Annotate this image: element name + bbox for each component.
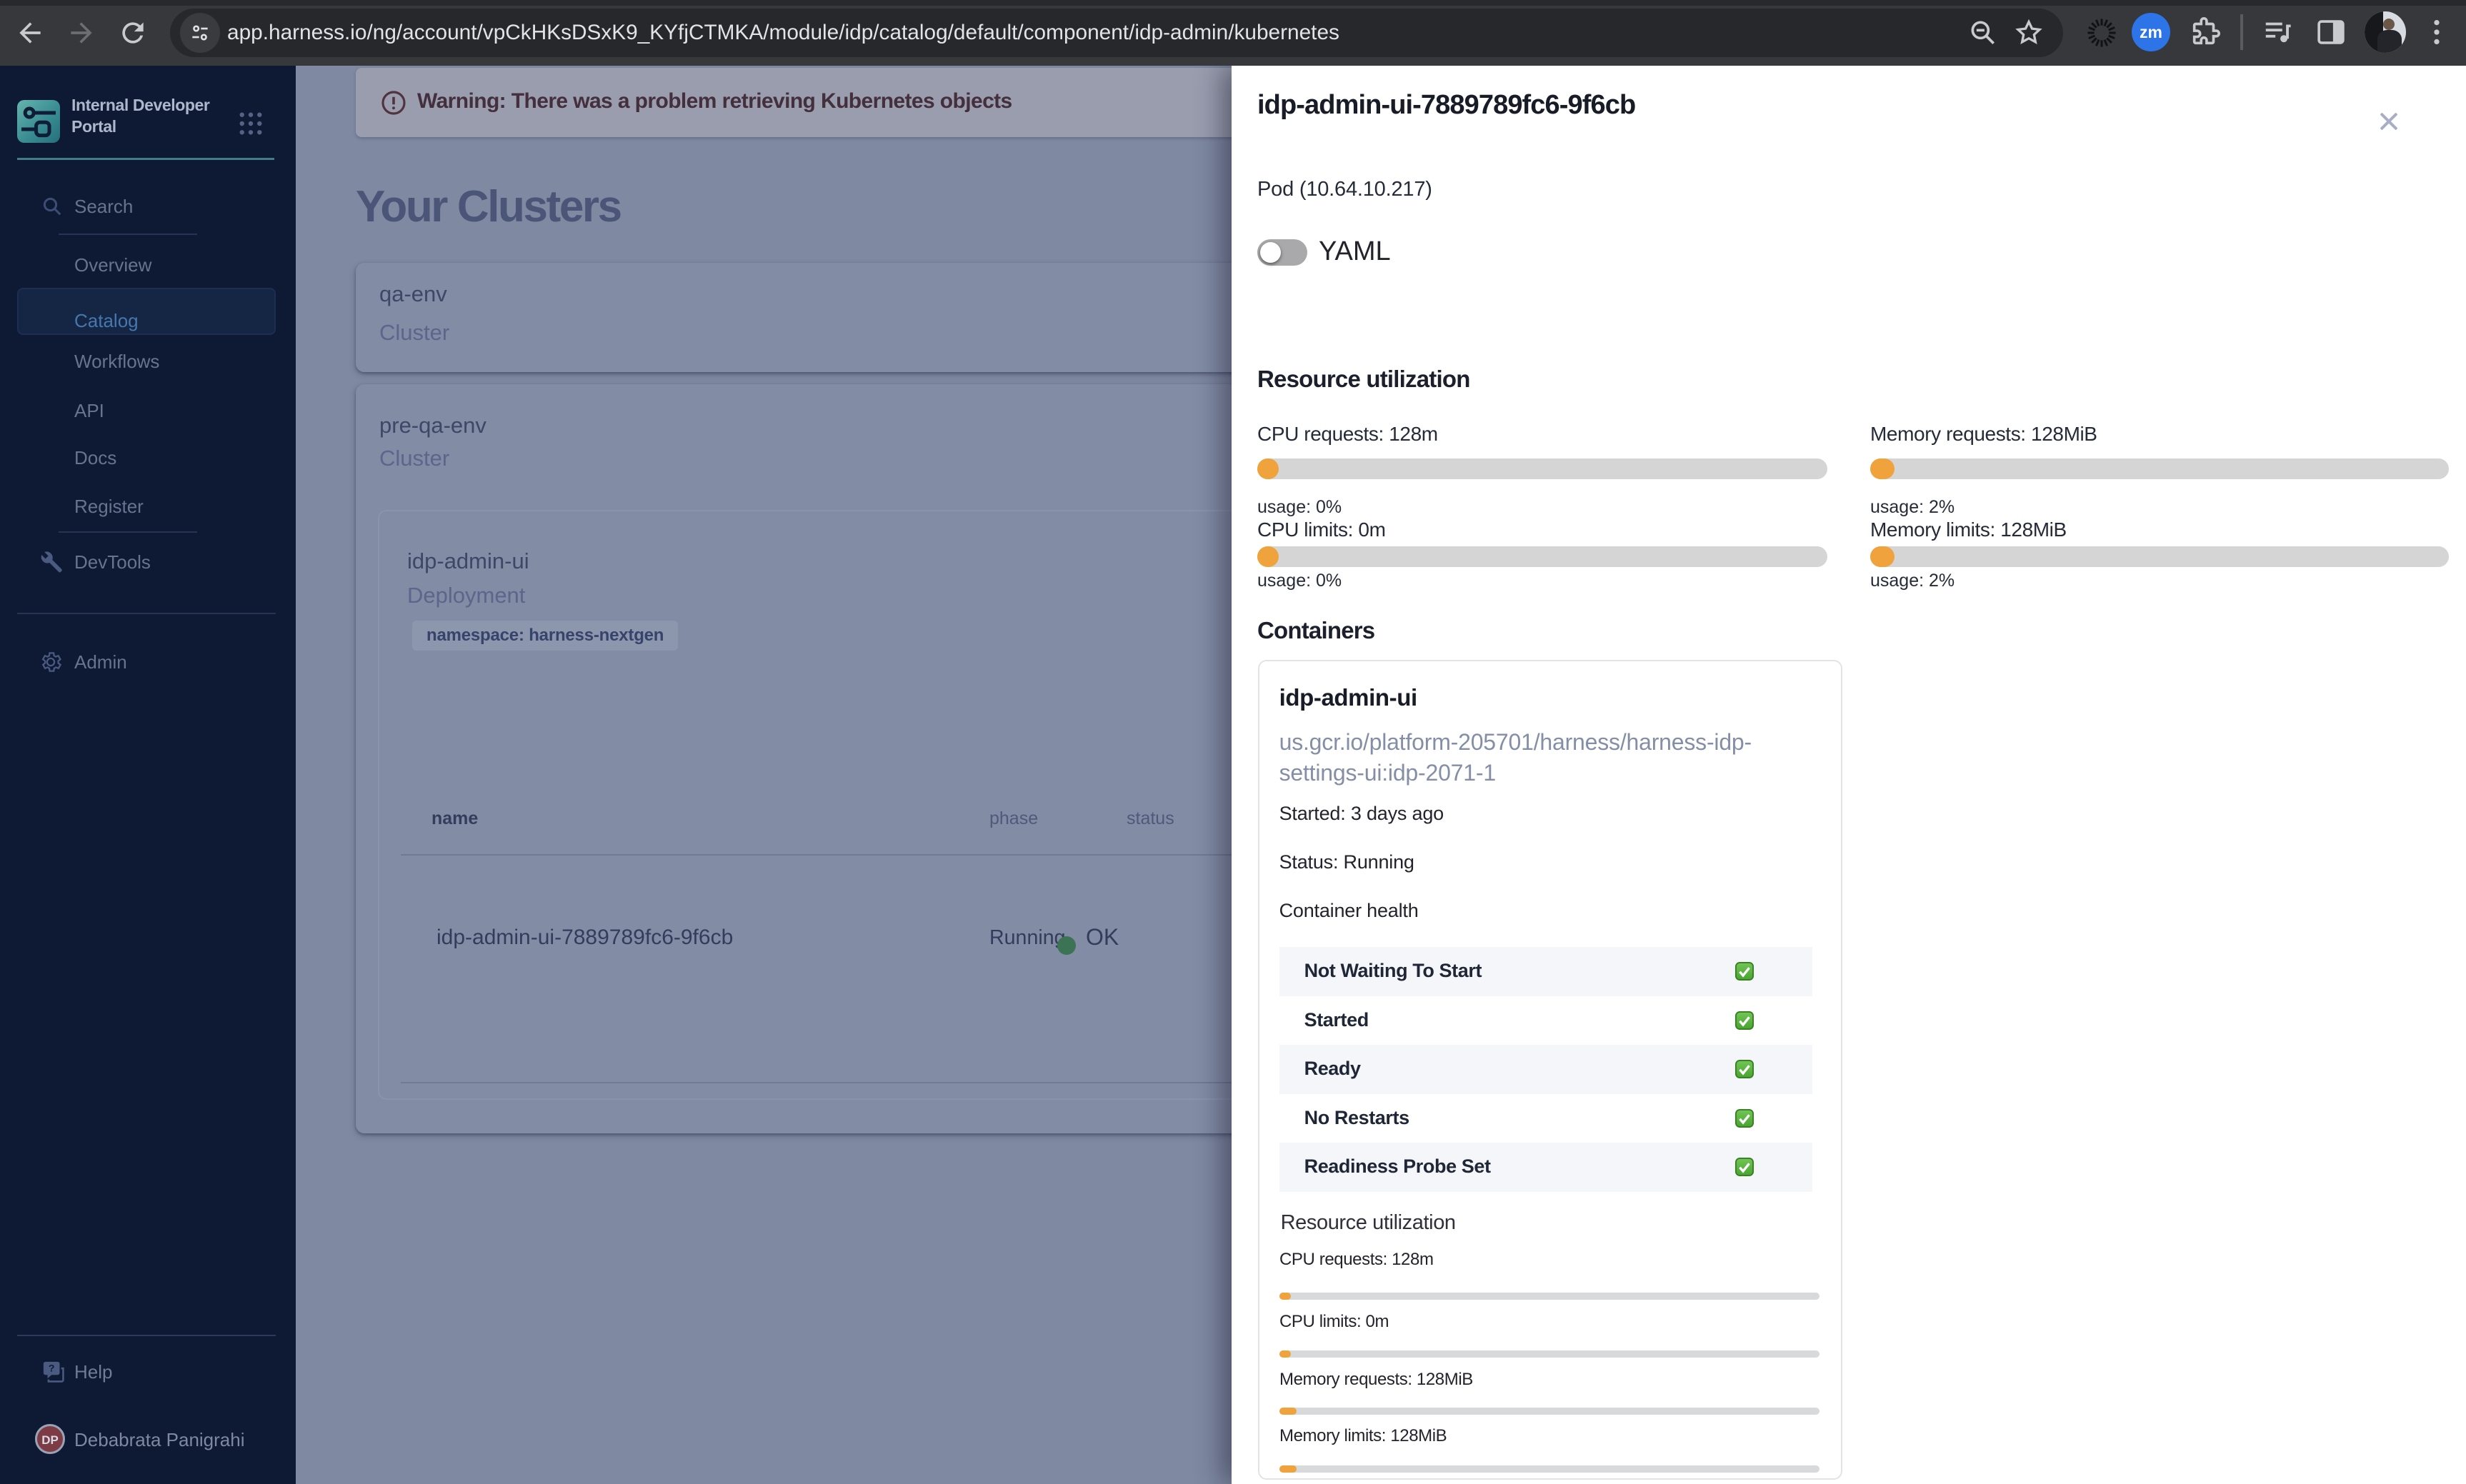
svg-text:?: ? [49,1363,55,1374]
